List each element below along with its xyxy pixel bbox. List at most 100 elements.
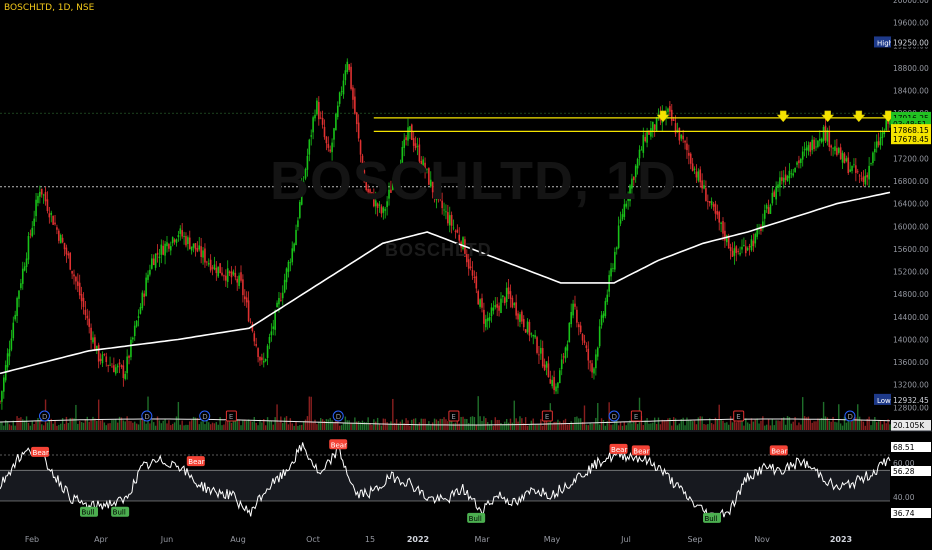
volume-bar bbox=[710, 423, 713, 430]
candle-body bbox=[25, 258, 28, 267]
volume-bar bbox=[388, 424, 390, 430]
candle-body bbox=[492, 307, 495, 311]
chart-title: BOSCHLTD, 1D, NSE bbox=[4, 3, 95, 13]
candle-body bbox=[619, 219, 622, 224]
candle-body bbox=[94, 337, 96, 351]
candle-body bbox=[289, 262, 292, 264]
candle-body bbox=[703, 185, 705, 189]
candle-body bbox=[86, 315, 89, 319]
candle-body bbox=[454, 230, 457, 232]
volume-bar bbox=[65, 416, 68, 430]
volume-bar bbox=[352, 423, 354, 430]
volume-bar bbox=[46, 422, 49, 430]
volume-bar bbox=[361, 420, 364, 430]
volume-bar bbox=[775, 420, 777, 430]
x-tick-label: Oct bbox=[306, 535, 320, 544]
volume-bar bbox=[166, 423, 168, 430]
candle-body bbox=[813, 139, 815, 150]
volume-bar bbox=[33, 424, 35, 430]
volume-bar bbox=[621, 425, 624, 430]
candle-body bbox=[456, 229, 459, 233]
volume-bar bbox=[767, 419, 770, 430]
candle-body bbox=[695, 171, 698, 178]
volume-bar bbox=[602, 420, 605, 430]
candle-body bbox=[58, 230, 60, 241]
volume-bar bbox=[77, 423, 79, 430]
rsi-y-label: 68.51 bbox=[893, 443, 915, 452]
candle-body bbox=[471, 269, 474, 276]
candle-body bbox=[832, 147, 834, 149]
candle-body bbox=[682, 135, 684, 140]
volume-bar bbox=[283, 417, 286, 430]
candle-body bbox=[720, 222, 722, 224]
candle-body bbox=[348, 64, 350, 70]
candle-body bbox=[754, 233, 757, 244]
candle-body bbox=[743, 245, 745, 247]
candle-body bbox=[555, 386, 557, 392]
candle-body bbox=[412, 138, 415, 146]
candle-body bbox=[33, 218, 35, 227]
volume-bar bbox=[302, 421, 305, 430]
volume-bar bbox=[338, 425, 341, 430]
candle-body bbox=[215, 267, 218, 274]
volume-bar bbox=[885, 423, 887, 430]
candle-body bbox=[338, 92, 341, 104]
volume-bar bbox=[240, 425, 242, 430]
candle-body bbox=[722, 221, 724, 234]
volume-bar bbox=[822, 401, 825, 430]
volume-bar bbox=[170, 425, 172, 430]
candle-body bbox=[92, 337, 94, 343]
candle-body bbox=[562, 356, 565, 358]
candle-body bbox=[763, 210, 766, 219]
candle-body bbox=[213, 264, 216, 270]
volume-bar bbox=[748, 423, 751, 430]
candle-body bbox=[781, 177, 783, 181]
candle-body bbox=[583, 340, 586, 343]
candle-body bbox=[230, 271, 233, 278]
volume-bar bbox=[589, 422, 591, 430]
x-tick-label: 2022 bbox=[407, 535, 429, 544]
volume-bar bbox=[534, 424, 536, 430]
volume-bar bbox=[392, 398, 394, 430]
volume-bar bbox=[253, 417, 255, 430]
candle-body bbox=[160, 244, 163, 255]
candle-body bbox=[686, 143, 688, 151]
volume-bar bbox=[760, 420, 762, 430]
price-chart[interactable]: 12800.0013200.0013600.0014000.0014400.00… bbox=[0, 0, 932, 550]
volume-bar bbox=[652, 422, 654, 430]
volume-bar bbox=[526, 425, 529, 430]
candle-body bbox=[29, 233, 32, 235]
volume-bar bbox=[327, 419, 329, 430]
candle-body bbox=[839, 147, 842, 160]
candle-body bbox=[342, 80, 345, 95]
volume-bar bbox=[264, 425, 267, 430]
y-tick-label: 18400.00 bbox=[893, 87, 929, 96]
candle-body bbox=[188, 237, 191, 250]
candle-body bbox=[16, 297, 18, 317]
volume-bar bbox=[272, 424, 274, 430]
volume-bar bbox=[663, 420, 665, 430]
y-tick-label: 13200.00 bbox=[893, 381, 929, 390]
volume-bar bbox=[452, 423, 455, 430]
volume-bar bbox=[746, 422, 749, 430]
candle-body bbox=[600, 315, 603, 326]
candle-body bbox=[473, 276, 476, 279]
candle-body bbox=[481, 298, 483, 308]
volume-bar bbox=[756, 418, 758, 430]
volume-bar bbox=[722, 420, 724, 430]
volume-bar bbox=[96, 420, 98, 430]
candle-body bbox=[264, 358, 267, 362]
volume-bar bbox=[566, 424, 569, 430]
volume-bar bbox=[879, 419, 882, 430]
volume-bar bbox=[600, 418, 603, 430]
candle-body bbox=[530, 333, 533, 335]
volume-bar bbox=[800, 424, 802, 430]
event-marker-label: E bbox=[229, 413, 233, 421]
candle-body bbox=[614, 251, 616, 270]
candle-body bbox=[576, 309, 578, 323]
down-arrow-marker bbox=[821, 110, 835, 123]
volume-bar bbox=[562, 420, 565, 430]
volume-bar bbox=[213, 423, 216, 430]
volume-bar bbox=[289, 418, 292, 430]
candle-body bbox=[202, 250, 204, 258]
